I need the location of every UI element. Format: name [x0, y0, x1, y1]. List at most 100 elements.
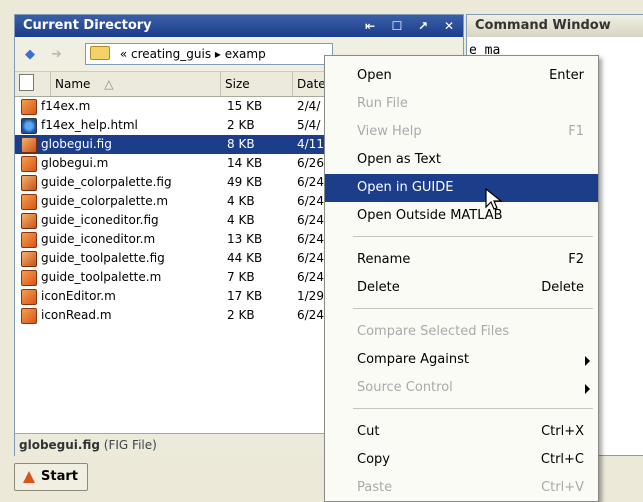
file-name: guide_toolpalette.m — [41, 270, 162, 284]
menu-separator — [353, 236, 593, 237]
menu-item-open-in-guide[interactable]: Open in GUIDE — [325, 174, 598, 202]
menu-item-open-as-text[interactable]: Open as Text — [325, 146, 598, 174]
column-size-label: Size — [225, 77, 250, 91]
minimize-icon[interactable]: ↗ — [413, 15, 433, 37]
menu-item-label: Run File — [357, 96, 408, 111]
command-window-titlebar: Command Window — [467, 15, 643, 37]
file-date: 6/24 — [297, 308, 324, 322]
menu-item-label: View Help — [357, 124, 422, 139]
m-file-icon — [21, 270, 37, 286]
document-icon — [19, 74, 34, 91]
file-date: 4/11 — [297, 137, 324, 151]
menu-item-shortcut: Ctrl+C — [540, 452, 584, 467]
menu-item-compare-against[interactable]: Compare Against — [325, 346, 598, 374]
m-file-icon — [21, 232, 37, 248]
menu-item-label: Compare Against — [357, 352, 469, 367]
file-size: 4 KB — [227, 194, 255, 208]
file-date: 2/4/ — [297, 99, 321, 113]
column-date-label: Date — [297, 77, 326, 91]
file-name: globegui.m — [41, 156, 109, 170]
menu-item-shortcut: Enter — [549, 68, 584, 83]
path-segment[interactable]: examp — [225, 47, 266, 61]
menu-item-copy[interactable]: Copy Ctrl+C — [325, 446, 598, 474]
file-name: f14ex.m — [41, 99, 91, 113]
menu-item-label: Rename — [357, 252, 411, 267]
fig-file-icon — [21, 251, 37, 267]
path-segment[interactable]: creating_guis — [131, 47, 211, 61]
menu-item-label: Delete — [357, 280, 400, 295]
menu-item-open-outside-matlab[interactable]: Open Outside MATLAB — [325, 202, 598, 230]
file-size: 44 KB — [227, 251, 263, 265]
file-name: iconEditor.m — [41, 289, 116, 303]
menu-item-label: Source Control — [357, 380, 453, 395]
m-file-icon — [21, 308, 37, 324]
file-name: guide_toolpalette.fig — [41, 251, 165, 265]
menu-item-shortcut: Delete — [541, 280, 584, 295]
file-name: globegui.fig — [41, 137, 112, 151]
file-date: 1/29 — [297, 289, 324, 303]
m-file-icon — [21, 194, 37, 210]
column-header-type[interactable] — [15, 72, 51, 96]
m-file-icon — [21, 289, 37, 305]
file-name: iconRead.m — [41, 308, 112, 322]
status-filename: globegui.fig — [19, 438, 100, 452]
command-window-title: Command Window — [475, 18, 611, 33]
menu-separator — [353, 408, 593, 409]
folder-icon — [90, 46, 110, 60]
maximize-icon[interactable]: ☐ — [387, 15, 407, 37]
sort-ascending-icon: △ — [104, 77, 114, 91]
path-breadcrumb[interactable]: « creating_guis ▸ examp — [85, 43, 333, 65]
menu-item-source-control: Source Control — [325, 374, 598, 402]
submenu-arrow-icon — [585, 356, 590, 366]
menu-item-label: Compare Selected Files — [357, 324, 510, 339]
file-size: 4 KB — [227, 213, 255, 227]
menu-item-shortcut: F1 — [568, 124, 584, 139]
file-date: 6/24 — [297, 175, 324, 189]
close-icon[interactable]: ✕ — [439, 15, 459, 37]
menu-item-label: Open as Text — [357, 152, 442, 167]
file-name: guide_colorpalette.fig — [41, 175, 172, 189]
file-date: 6/24 — [297, 194, 324, 208]
file-size: 13 KB — [227, 232, 263, 246]
menu-item-open[interactable]: Open Enter — [325, 62, 598, 90]
m-file-icon — [21, 99, 37, 115]
menu-item-label: Paste — [357, 480, 393, 495]
file-name: f14ex_help.html — [41, 118, 138, 132]
start-label: Start — [41, 469, 78, 484]
file-date: 6/24 — [297, 251, 324, 265]
column-header-name[interactable]: Name △ — [51, 72, 221, 96]
status-filetype: (FIG File) — [103, 438, 157, 452]
menu-item-rename[interactable]: Rename F2 — [325, 246, 598, 274]
menu-item-cut[interactable]: Cut Ctrl+X — [325, 418, 598, 446]
file-date: 6/24 — [297, 270, 324, 284]
menu-item-label: Open Outside MATLAB — [357, 208, 503, 223]
file-date: 5/4/ — [297, 118, 321, 132]
submenu-arrow-icon — [585, 384, 590, 394]
forward-arrow-icon[interactable]: ➜ — [51, 47, 62, 62]
menu-item-shortcut: Ctrl+V — [541, 480, 584, 495]
m-file-icon — [21, 156, 37, 172]
menu-item-compare-selected-files: Compare Selected Files — [325, 318, 598, 346]
file-name: guide_colorpalette.m — [41, 194, 169, 208]
menu-separator — [353, 308, 593, 309]
path-separator: ▸ — [214, 47, 221, 61]
file-size: 8 KB — [227, 137, 255, 151]
file-size: 49 KB — [227, 175, 263, 189]
fig-file-icon — [21, 213, 37, 229]
file-size: 2 KB — [227, 308, 255, 322]
file-date: 6/26 — [297, 156, 324, 170]
undock-icon[interactable]: ⇤ — [360, 15, 380, 37]
file-size: 15 KB — [227, 99, 263, 113]
file-name: guide_iconeditor.m — [41, 232, 156, 246]
menu-item-delete[interactable]: Delete Delete — [325, 274, 598, 302]
file-size: 7 KB — [227, 270, 255, 284]
file-name: guide_iconeditor.fig — [41, 213, 159, 227]
column-header-size[interactable]: Size — [221, 72, 293, 96]
fig-file-icon — [21, 175, 37, 191]
file-date: 6/24 — [297, 232, 324, 246]
menu-item-paste: Paste Ctrl+V — [325, 474, 598, 502]
start-button[interactable]: Start — [14, 463, 88, 491]
menu-item-run-file: Run File — [325, 90, 598, 118]
file-size: 14 KB — [227, 156, 263, 170]
back-arrow-icon[interactable]: ◆ — [25, 47, 35, 62]
